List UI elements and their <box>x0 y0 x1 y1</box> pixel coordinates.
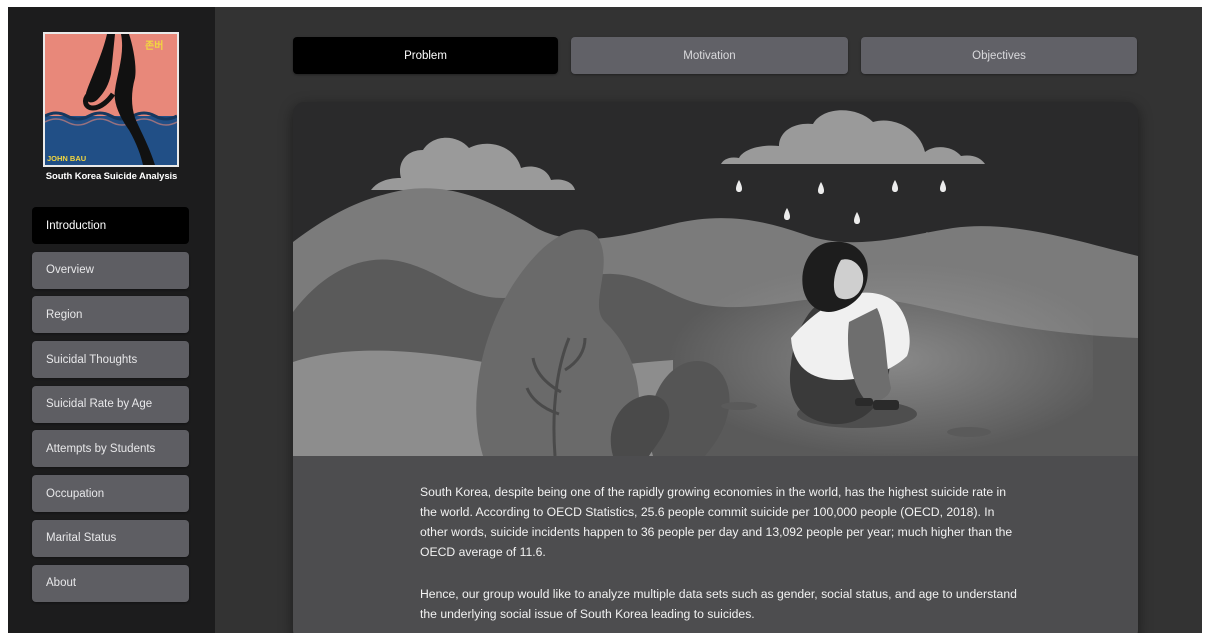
sad-person-illustration <box>293 102 1138 456</box>
sidebar-item-label: Region <box>46 308 83 321</box>
sidebar-item-occupation[interactable]: Occupation <box>32 475 189 513</box>
sidebar-nav: Introduction Overview Region Suicidal Th… <box>32 207 189 609</box>
sidebar-item-region[interactable]: Region <box>32 296 189 334</box>
sidebar-item-attempts-by-students[interactable]: Attempts by Students <box>32 430 189 468</box>
logo-image: 존버 JOHN BAU <box>45 34 177 165</box>
tab-objectives[interactable]: Objectives <box>861 37 1137 74</box>
sidebar-item-suicidal-rate-by-age[interactable]: Suicidal Rate by Age <box>32 385 189 423</box>
app-frame: 존버 JOHN BAU South Korea Suicide Analysis… <box>8 7 1202 633</box>
tab-label: Problem <box>404 49 447 62</box>
sidebar-item-introduction[interactable]: Introduction <box>32 207 189 244</box>
sidebar-item-about[interactable]: About <box>32 564 189 602</box>
logo-badge-text: 존버 <box>145 39 163 52</box>
sidebar-item-label: Suicidal Thoughts <box>46 353 138 366</box>
problem-paragraph-2: Hence, our group would like to analyze m… <box>420 587 1017 621</box>
sidebar-item-label: About <box>46 577 77 589</box>
logo-caption: South Korea Suicide Analysis <box>45 171 178 182</box>
sidebar-item-label: Marital Status <box>46 532 117 545</box>
tab-motivation[interactable]: Motivation <box>571 37 848 74</box>
tab-label: Objectives <box>972 49 1026 62</box>
sidebar-item-label: Occupation <box>46 487 105 500</box>
sidebar-item-label: Overview <box>46 264 94 277</box>
intro-text-panel: South Korea, despite being one of the ra… <box>293 456 1138 633</box>
tab-label: Motivation <box>683 49 736 62</box>
sidebar-item-overview[interactable]: Overview <box>32 251 189 289</box>
sidebar-item-suicidal-thoughts[interactable]: Suicidal Thoughts <box>32 341 189 379</box>
sidebar-item-label: Introduction <box>46 219 107 232</box>
sidebar-item-label: Attempts by Students <box>46 442 156 455</box>
sidebar: 존버 JOHN BAU South Korea Suicide Analysis… <box>8 7 215 633</box>
logo: 존버 JOHN BAU <box>43 32 179 167</box>
tab-problem[interactable]: Problem <box>293 37 558 74</box>
sidebar-item-marital-status[interactable]: Marital Status <box>32 519 189 557</box>
problem-paragraph-1: South Korea, despite being one of the ra… <box>420 485 1013 559</box>
sidebar-item-label: Suicidal Rate by Age <box>46 398 153 411</box>
logo-name-text: JOHN BAU <box>47 154 86 163</box>
content-card: South Korea, despite being one of the ra… <box>293 102 1138 633</box>
tab-bar: Problem Motivation Objectives <box>293 37 1138 75</box>
